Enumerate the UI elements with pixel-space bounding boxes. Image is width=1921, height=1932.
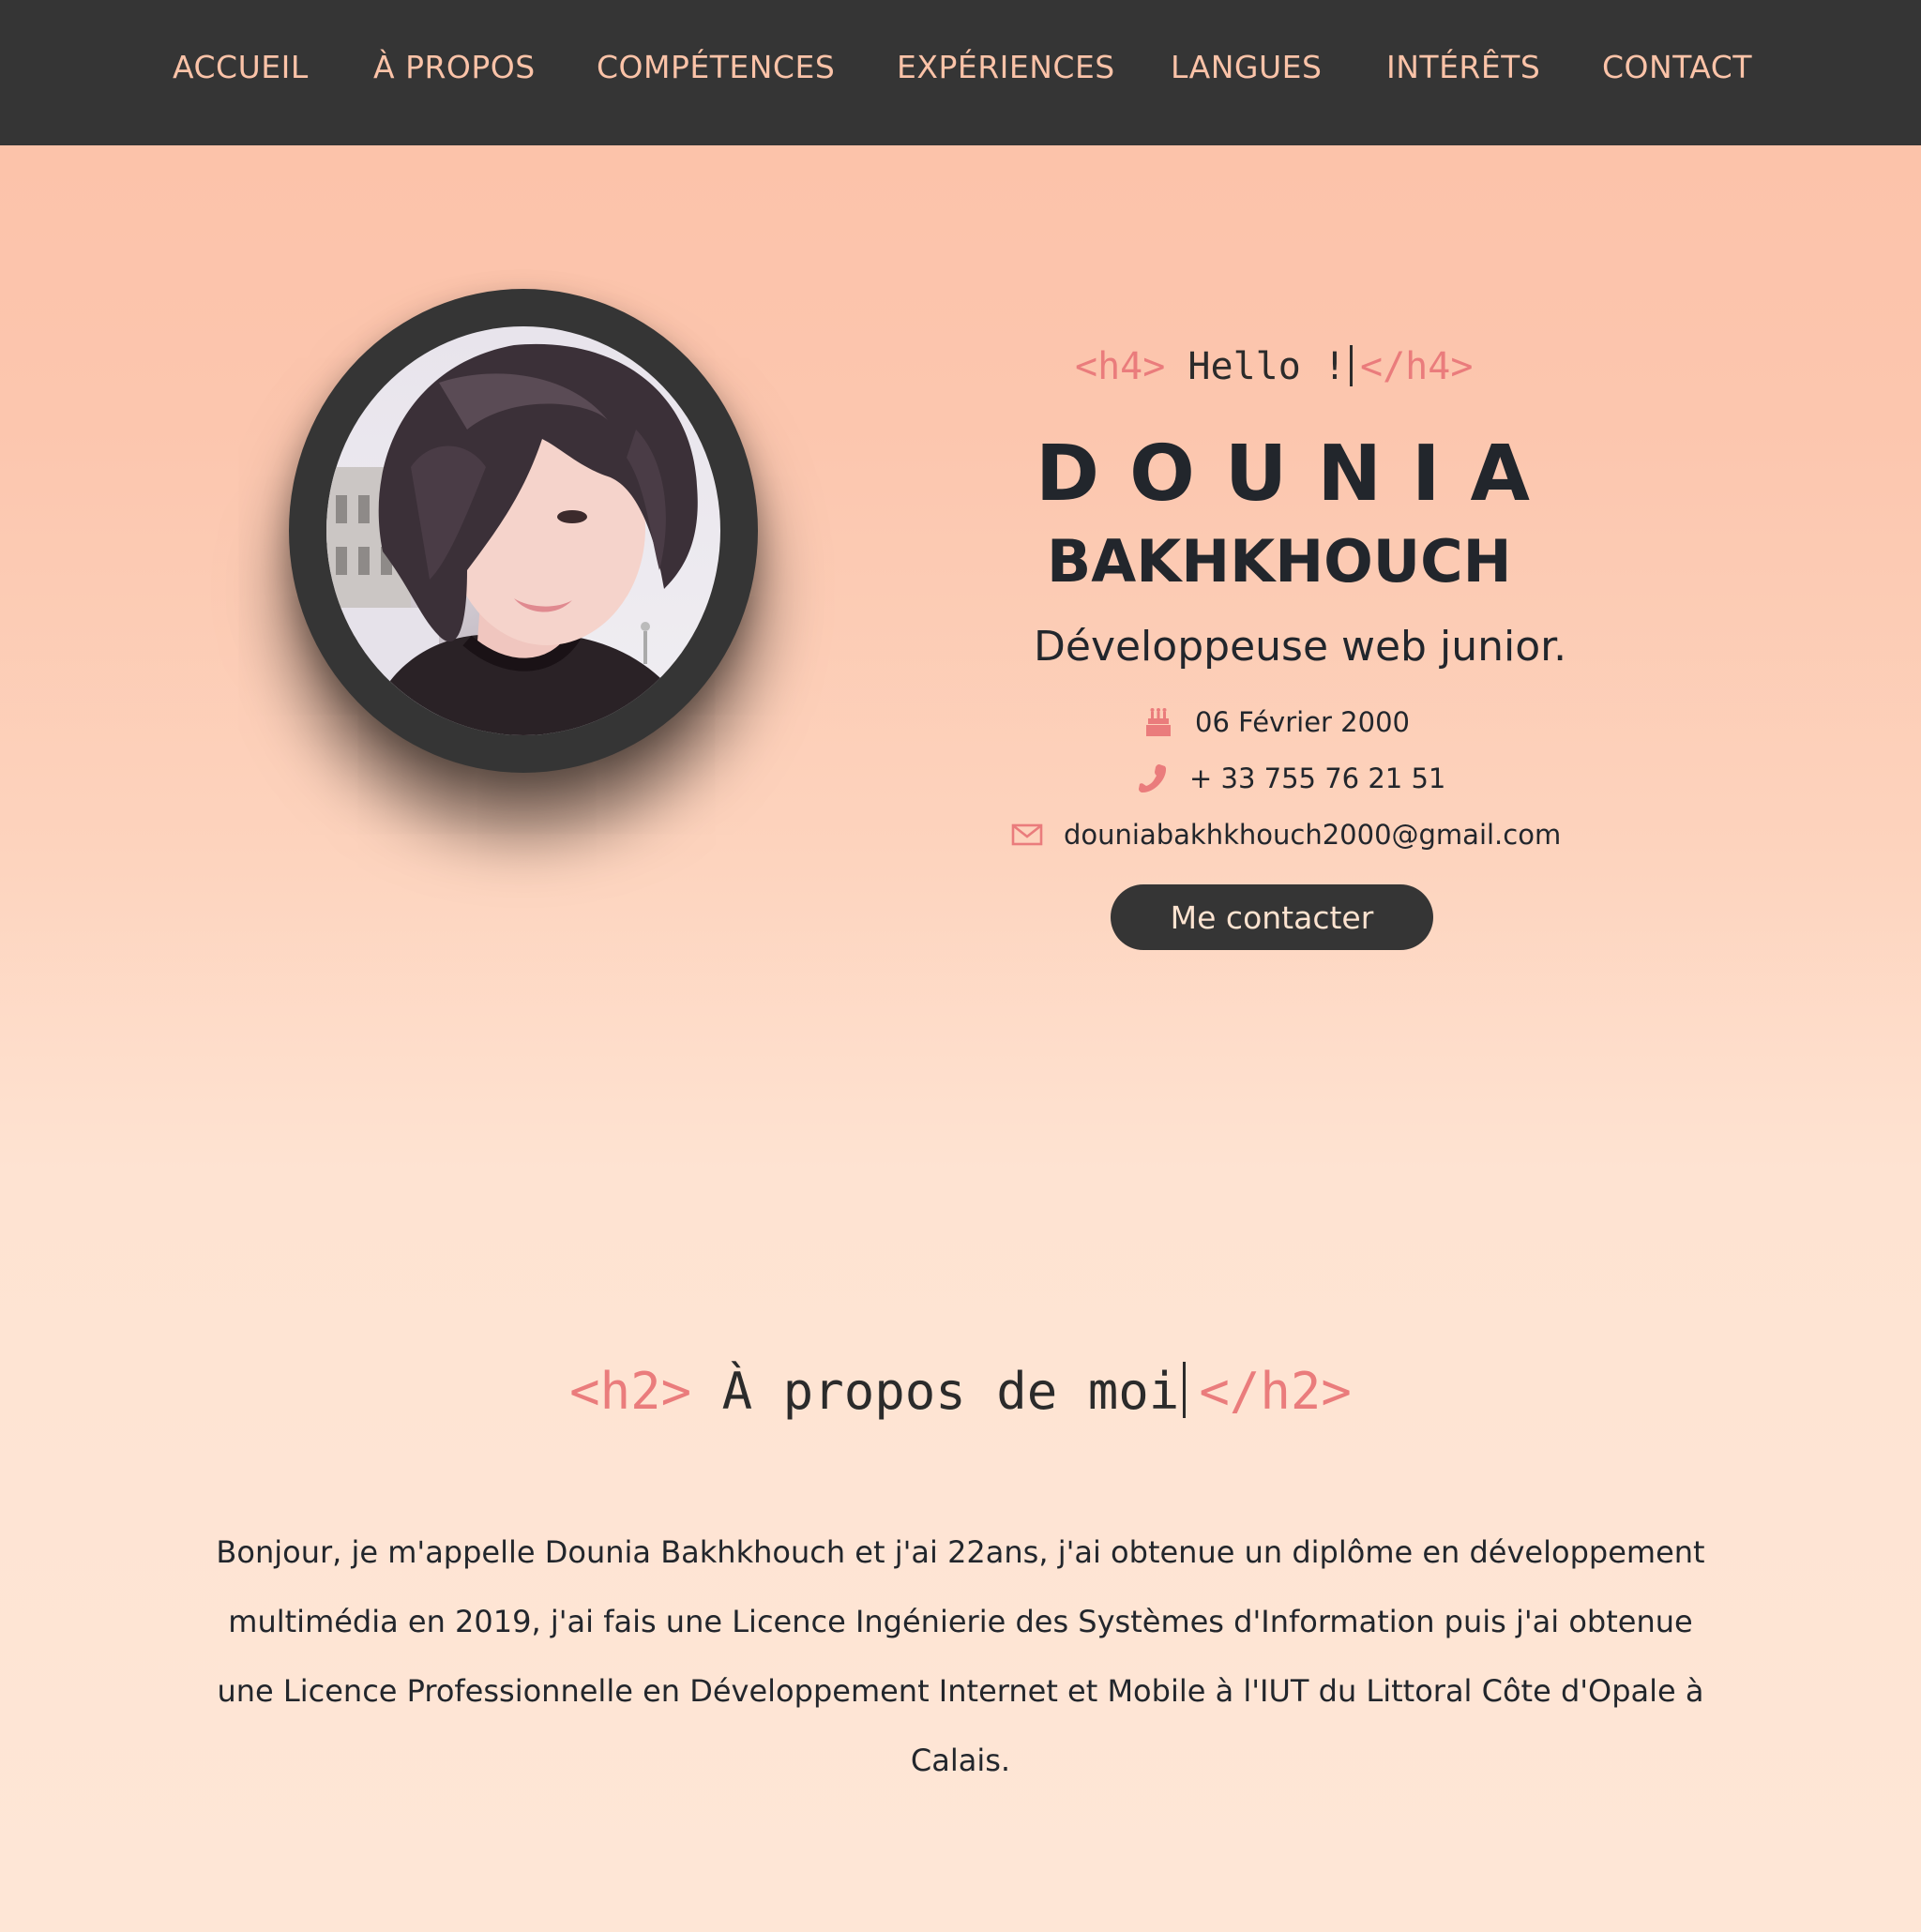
nav-item-interets[interactable]: INTÉRÊTS	[1386, 49, 1540, 85]
hello-text: Hello !	[1187, 345, 1346, 388]
h2-close-tag: </h2>	[1199, 1362, 1352, 1421]
nav-item-experiences[interactable]: EXPÉRIENCES	[897, 49, 1115, 85]
about-title-text: À propos de moi	[721, 1362, 1180, 1421]
h4-open-tag: <h4>	[1075, 345, 1166, 388]
job-title: Développeuse web junior.	[1034, 623, 1567, 671]
about-paragraph: Bonjour, je m'appelle Dounia Bakhkhouch …	[216, 1534, 1705, 1778]
avatar	[326, 326, 720, 735]
first-name: DOUNIA	[1036, 430, 1560, 519]
h4-close-tag: </h4>	[1360, 345, 1474, 388]
birthday-row: 06 Février 2000	[1142, 703, 1410, 741]
profile-photo	[326, 343, 702, 735]
contact-me-button[interactable]: Me contacter	[1111, 884, 1433, 950]
phone-row: + 33 755 76 21 51	[1137, 760, 1445, 797]
typing-caret	[1350, 345, 1353, 386]
cake-icon	[1146, 708, 1171, 736]
birthday-text: 06 Février 2000	[1195, 706, 1410, 738]
hello-heading: <h4> Hello ! </h4>	[1075, 345, 1473, 388]
phone-text[interactable]: + 33 755 76 21 51	[1189, 762, 1445, 794]
top-navbar: ACCUEIL À PROPOS COMPÉTENCES EXPÉRIENCES…	[0, 0, 1921, 145]
avatar-frame	[289, 289, 758, 773]
last-name: BAKHKHOUCH	[1047, 527, 1512, 596]
typing-caret	[1183, 1362, 1187, 1418]
nav-item-a-propos[interactable]: À PROPOS	[373, 49, 536, 85]
envelope-icon	[1011, 823, 1043, 846]
nav-item-competences[interactable]: COMPÉTENCES	[597, 49, 835, 85]
email-row: douniabakhkhouch2000@gmail.com	[1011, 816, 1561, 853]
email-text[interactable]: douniabakhkhouch2000@gmail.com	[1064, 819, 1561, 851]
nav-item-contact[interactable]: CONTACT	[1602, 49, 1752, 85]
about-heading: <h2> À propos de moi </h2>	[0, 1362, 1921, 1421]
h2-open-tag: <h2>	[569, 1362, 692, 1421]
nav-item-langues[interactable]: LANGUES	[1171, 49, 1322, 85]
phone-icon	[1139, 764, 1167, 793]
nav-item-accueil[interactable]: ACCUEIL	[173, 49, 309, 85]
